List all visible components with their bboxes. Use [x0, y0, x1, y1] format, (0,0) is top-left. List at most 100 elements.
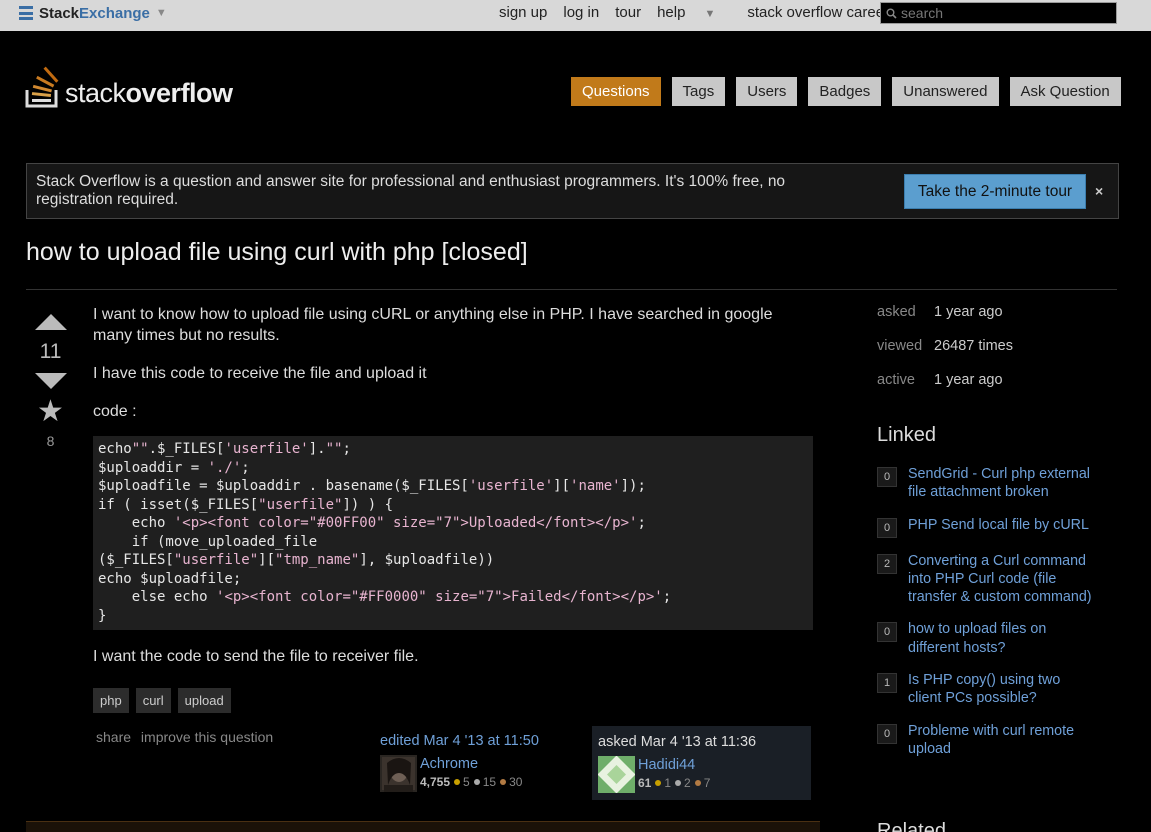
top-bar: Stack Exchange ▼ sign up log in tour hel…	[0, 0, 1151, 31]
code-line: ($_FILES["userfile"]["tmp_name"], $uploa…	[98, 552, 495, 568]
bronze-badge-icon	[500, 779, 507, 786]
code-line: echo '<p><font color="#00FF00" size="7">…	[98, 515, 646, 531]
bronze-badge-icon	[694, 780, 701, 787]
nav-badges[interactable]: Badges	[808, 77, 882, 106]
nav-questions[interactable]: Questions	[571, 77, 661, 106]
improve-question-link[interactable]: improve this question	[141, 729, 273, 745]
nav-unanswered[interactable]: Unanswered	[892, 77, 999, 106]
help-label: help	[657, 4, 686, 21]
post-paragraph: I want to know how to upload file using …	[93, 306, 773, 344]
asked-timestamp[interactable]: asked Mar 4 '13 at 11:36	[598, 734, 805, 750]
upvote-icon[interactable]	[34, 314, 67, 330]
vote-count: 11	[39, 340, 62, 363]
post-menu: share improve this question	[96, 729, 279, 745]
linked-item: 1 Is PHP copy() using two client PCs poss…	[877, 671, 1097, 708]
code-line: echo"".$_FILES['userfile']."";	[98, 441, 351, 457]
reputation-score: 61	[638, 776, 652, 790]
reputation-score: 4,755	[420, 775, 451, 789]
log-in-link[interactable]: log in	[563, 4, 599, 21]
linked-score[interactable]: 0	[877, 723, 897, 744]
post-paragraph: code :	[93, 403, 137, 420]
avatar[interactable]	[598, 756, 635, 793]
linked-link[interactable]: Probleme with curl remote upload	[908, 722, 1097, 759]
linked-link[interactable]: SendGrid - Curl php external file attach…	[908, 465, 1097, 502]
linked-heading: Linked	[877, 424, 936, 446]
linked-link[interactable]: Is PHP copy() using two client PCs possi…	[908, 671, 1097, 708]
gold-badge-icon	[454, 779, 461, 786]
nav-users[interactable]: Users	[736, 77, 798, 106]
owner-reputation: 61 1 2 7	[638, 776, 710, 790]
owner-name[interactable]: Hadidi44	[638, 756, 710, 774]
linked-link[interactable]: Converting a Curl command into PHP Curl …	[908, 552, 1097, 607]
stat-label: viewed	[877, 338, 923, 354]
code-block: echo"".$_FILES['userfile'].""; $uploaddir…	[93, 436, 813, 630]
code-line: $uploadfile = $uploaddir . basename($_FI…	[98, 478, 646, 494]
linked-score[interactable]: 0	[877, 517, 897, 538]
silver-badge-icon	[675, 780, 682, 787]
linked-score[interactable]: 2	[877, 553, 897, 574]
caret-down-icon: ▼	[704, 8, 716, 20]
vote-cell: 11 ★ 8	[33, 310, 68, 449]
edited-timestamp[interactable]: edited Mar 4 '13 at 11:50	[380, 733, 580, 749]
code-line: echo $uploadfile;	[98, 570, 242, 587]
silver-badge-count: 15	[482, 775, 497, 789]
owner-signature: asked Mar 4 '13 at 11:36 Hadidi44 61 1 2 7	[592, 726, 811, 800]
code-line: $uploaddir = './';	[98, 459, 250, 476]
take-tour-button[interactable]: Take the 2-minute tour	[904, 174, 1086, 209]
linked-score[interactable]: 0	[877, 622, 897, 643]
code-line: if ( isset($_FILES["userfile"]) ) {	[98, 496, 394, 513]
silver-badge-count: 2	[684, 776, 691, 790]
careers-link[interactable]: stack overflow careers	[747, 4, 896, 21]
welcome-notice: Stack Overflow is a question and answer …	[26, 163, 1119, 219]
linked-link[interactable]: PHP Send local file by cURL	[908, 516, 1089, 538]
search-icon	[881, 8, 901, 19]
question-stats: asked 1 year ago viewed 26487 times active…	[877, 304, 1013, 406]
favorite-star-icon[interactable]: ★	[33, 397, 68, 427]
question-title[interactable]: how to upload file using curl with php […	[26, 238, 528, 267]
related-heading: Related	[877, 820, 946, 832]
stackexchange-logo[interactable]: Stack Exchange ▼	[19, 3, 167, 23]
code-line: if (move_uploaded_file	[98, 533, 318, 550]
gold-badge-count: 1	[664, 776, 672, 790]
linked-score[interactable]: 1	[877, 673, 897, 694]
linked-item: 0 SendGrid - Curl php external file attac…	[877, 465, 1097, 502]
stackoverflow-icon	[25, 66, 59, 108]
stackoverflow-logo[interactable]: stackoverflow	[25, 62, 233, 108]
stat-value[interactable]: 1 year ago	[934, 372, 1003, 406]
linked-link[interactable]: how to upload files on different hosts?	[908, 620, 1097, 657]
tag-php[interactable]: php	[93, 688, 129, 713]
stat-value: 26487 times	[934, 338, 1013, 354]
avatar[interactable]	[380, 755, 417, 792]
tag-curl[interactable]: curl	[135, 688, 171, 713]
gold-badge-icon	[655, 780, 662, 787]
downvote-icon[interactable]	[34, 373, 67, 389]
tag-upload[interactable]: upload	[177, 688, 231, 713]
linked-item: 0 PHP Send local file by cURL	[877, 516, 1097, 538]
linked-item: 2 Converting a Curl command into PHP Curl…	[877, 552, 1097, 607]
site-wordmark: stackoverflow	[65, 78, 233, 108]
post-tags: php curl upload	[93, 688, 231, 713]
stackexchange-icon	[19, 6, 33, 20]
post-paragraph: I have this code to receive the file and…	[93, 365, 427, 382]
nav-tags[interactable]: Tags	[671, 77, 726, 106]
tour-link[interactable]: tour	[615, 4, 641, 21]
linked-item: 0 how to upload files on different hosts?	[877, 620, 1097, 657]
gold-badge-count: 5	[463, 775, 470, 789]
answers-header-strip	[26, 821, 820, 832]
search-input[interactable]	[901, 5, 1116, 21]
code-line: else echo '<p><font color="#FF0000" size…	[98, 589, 672, 605]
stat-label: asked	[877, 304, 916, 320]
help-link[interactable]: help ▼	[657, 4, 731, 21]
editor-signature: edited Mar 4 '13 at 11:50 Achrome 4,755 5…	[380, 733, 580, 792]
code-line: }	[98, 607, 107, 624]
bronze-badge-count: 7	[703, 776, 711, 790]
linked-score[interactable]: 0	[877, 467, 897, 487]
post-paragraph: I want the code to send the file to rece…	[93, 648, 419, 665]
close-icon[interactable]: ×	[1095, 183, 1103, 199]
sign-up-link[interactable]: sign up	[499, 4, 547, 21]
stat-label: active	[877, 372, 915, 388]
editor-name[interactable]: Achrome	[420, 755, 522, 773]
linked-item: 0 Probleme with curl remote upload	[877, 722, 1097, 759]
share-link[interactable]: share	[96, 729, 131, 745]
nav-ask-question[interactable]: Ask Question	[1009, 77, 1121, 106]
